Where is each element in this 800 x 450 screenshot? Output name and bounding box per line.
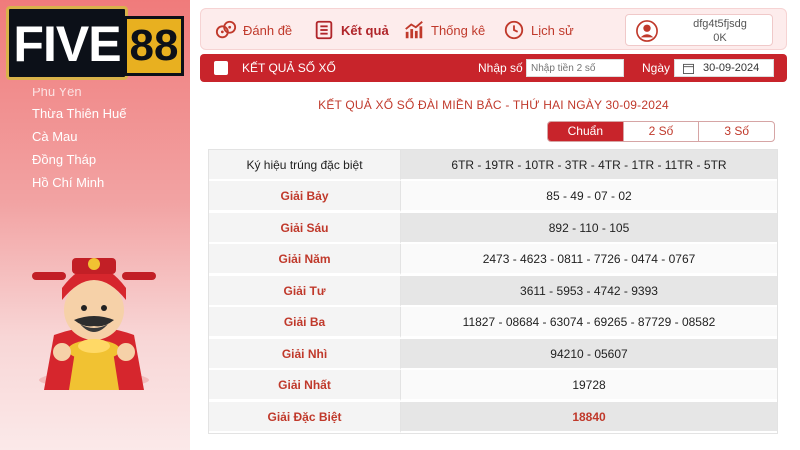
- search-bar-title: KẾT QUẢ SỐ XỐ: [242, 61, 336, 75]
- result-doc-icon: [214, 61, 228, 75]
- tab-3-so[interactable]: 3 Số: [698, 122, 774, 141]
- top-navigation: Đánh đề Kết quả Thống kê Lịch sử dfg4t5f…: [200, 8, 787, 50]
- number-label: Nhập số: [478, 61, 523, 75]
- table-row: Giải Tư 3611 - 5953 - 4742 - 9393: [209, 276, 777, 307]
- nav-ket-qua-label: Kết quả: [341, 22, 389, 38]
- table-row: Giải Năm 2473 - 4623 - 0811 - 7726 - 047…: [209, 244, 777, 275]
- prize-numbers: 3611 - 5953 - 4742 - 9393: [401, 276, 777, 307]
- result-format-tabs: Chuẩn 2 Số 3 Số: [547, 121, 775, 142]
- prize-numbers: 892 - 110 - 105: [401, 213, 777, 244]
- prize-numbers: 18840: [401, 402, 777, 433]
- prize-numbers: 11827 - 08684 - 63074 - 69265 - 87729 - …: [401, 307, 777, 338]
- nav-thong-ke-label: Thống kê: [431, 22, 486, 38]
- date-value: 30-09-2024: [703, 62, 760, 74]
- prize-name: Giải Sáu: [209, 213, 401, 244]
- list-icon: [315, 20, 333, 40]
- nav-lich-su-label: Lịch sử: [531, 22, 574, 38]
- calendar-icon: [683, 63, 694, 74]
- sidebar: FIVE 88 Phú Yên Thừa Thiên Huế Cà Mau Đồ…: [0, 0, 190, 450]
- nav-danh-de[interactable]: Đánh đề: [215, 19, 292, 41]
- tab-chuan[interactable]: Chuẩn: [548, 122, 623, 141]
- special-prize-number: 18840: [572, 409, 606, 424]
- nav-danh-de-label: Đánh đề: [243, 22, 293, 38]
- prize-numbers: 2473 - 4623 - 0811 - 7726 - 0474 - 0767: [401, 244, 777, 275]
- table-row: Giải Sáu 892 - 110 - 105: [209, 213, 777, 244]
- result-search-bar: KẾT QUẢ SỐ XỐ Nhập số Ngày 30-09-2024: [200, 54, 787, 82]
- prize-numbers: 94210 - 05607: [401, 339, 777, 370]
- nav-ket-qua[interactable]: Kết quả: [313, 19, 389, 41]
- table-row: Giải Bảy 85 - 49 - 07 - 02: [209, 181, 777, 212]
- user-balance: 0K: [713, 32, 727, 44]
- table-row: Ký hiệu trúng đặc biệt 6TR - 19TR - 10TR…: [209, 150, 777, 181]
- table-row: Giải Nhì 94210 - 05607: [209, 339, 777, 370]
- sidebar-item-ca-mau[interactable]: Cà Mau: [32, 125, 126, 148]
- nav-thong-ke[interactable]: Thống kê: [403, 19, 485, 41]
- prize-name: Giải Đặc Biệt: [209, 402, 401, 433]
- table-row: Giải Nhất 19728: [209, 370, 777, 401]
- username: dfg4t5fjsdg: [693, 18, 747, 30]
- table-row: Giải Ba 11827 - 08684 - 63074 - 69265 - …: [209, 307, 777, 338]
- nav-lich-su[interactable]: Lịch sử: [503, 19, 574, 41]
- prize-numbers: 19728: [401, 370, 777, 401]
- user-account-box[interactable]: dfg4t5fjsdg 0K: [625, 14, 773, 46]
- result-heading: KẾT QUẢ XỔ SỐ ĐÀI MIỀN BẮC - THỨ HAI NGÀ…: [318, 98, 669, 112]
- five88-logo[interactable]: FIVE 88: [6, 4, 184, 86]
- table-row: Giải Đặc Biệt 18840: [209, 402, 777, 433]
- sidebar-item-thua-thien-hue[interactable]: Thừa Thiên Huế: [32, 102, 126, 125]
- sidebar-item-ho-chi-minh[interactable]: Hồ Chí Minh: [32, 171, 126, 194]
- prize-name: Ký hiệu trúng đặc biệt: [209, 150, 401, 181]
- prize-name: Giải Tư: [209, 276, 401, 307]
- logo-five-text: FIVE: [6, 6, 128, 80]
- prize-name: Giải Nhất: [209, 370, 401, 401]
- prize-numbers: 6TR - 19TR - 10TR - 3TR - 4TR - 1TR - 11…: [401, 150, 777, 181]
- number-input[interactable]: [526, 59, 624, 77]
- dice-icon: [215, 20, 237, 39]
- chart-icon: [405, 21, 423, 39]
- sidebar-province-list: Phú Yên Thừa Thiên Huế Cà Mau Đồng Tháp …: [32, 88, 126, 194]
- prize-name: Giải Nhì: [209, 339, 401, 370]
- date-label: Ngày: [642, 61, 671, 75]
- sidebar-item-dong-thap[interactable]: Đồng Tháp: [32, 148, 126, 171]
- lottery-results-table: Ký hiệu trúng đặc biệt 6TR - 19TR - 10TR…: [208, 149, 778, 434]
- clock-icon: [504, 20, 524, 40]
- prize-name: Giải Ba: [209, 307, 401, 338]
- sidebar-item-phu-yen[interactable]: Phú Yên: [32, 88, 126, 102]
- user-avatar-icon: [636, 20, 658, 42]
- date-picker[interactable]: 30-09-2024: [674, 59, 774, 77]
- tab-2-so[interactable]: 2 Số: [622, 122, 699, 141]
- god-of-wealth-mascot: [32, 258, 156, 390]
- logo-88-text: 88: [124, 16, 184, 76]
- prize-name: Giải Năm: [209, 244, 401, 275]
- prize-name: Giải Bảy: [209, 181, 401, 212]
- prize-numbers: 85 - 49 - 07 - 02: [401, 181, 777, 212]
